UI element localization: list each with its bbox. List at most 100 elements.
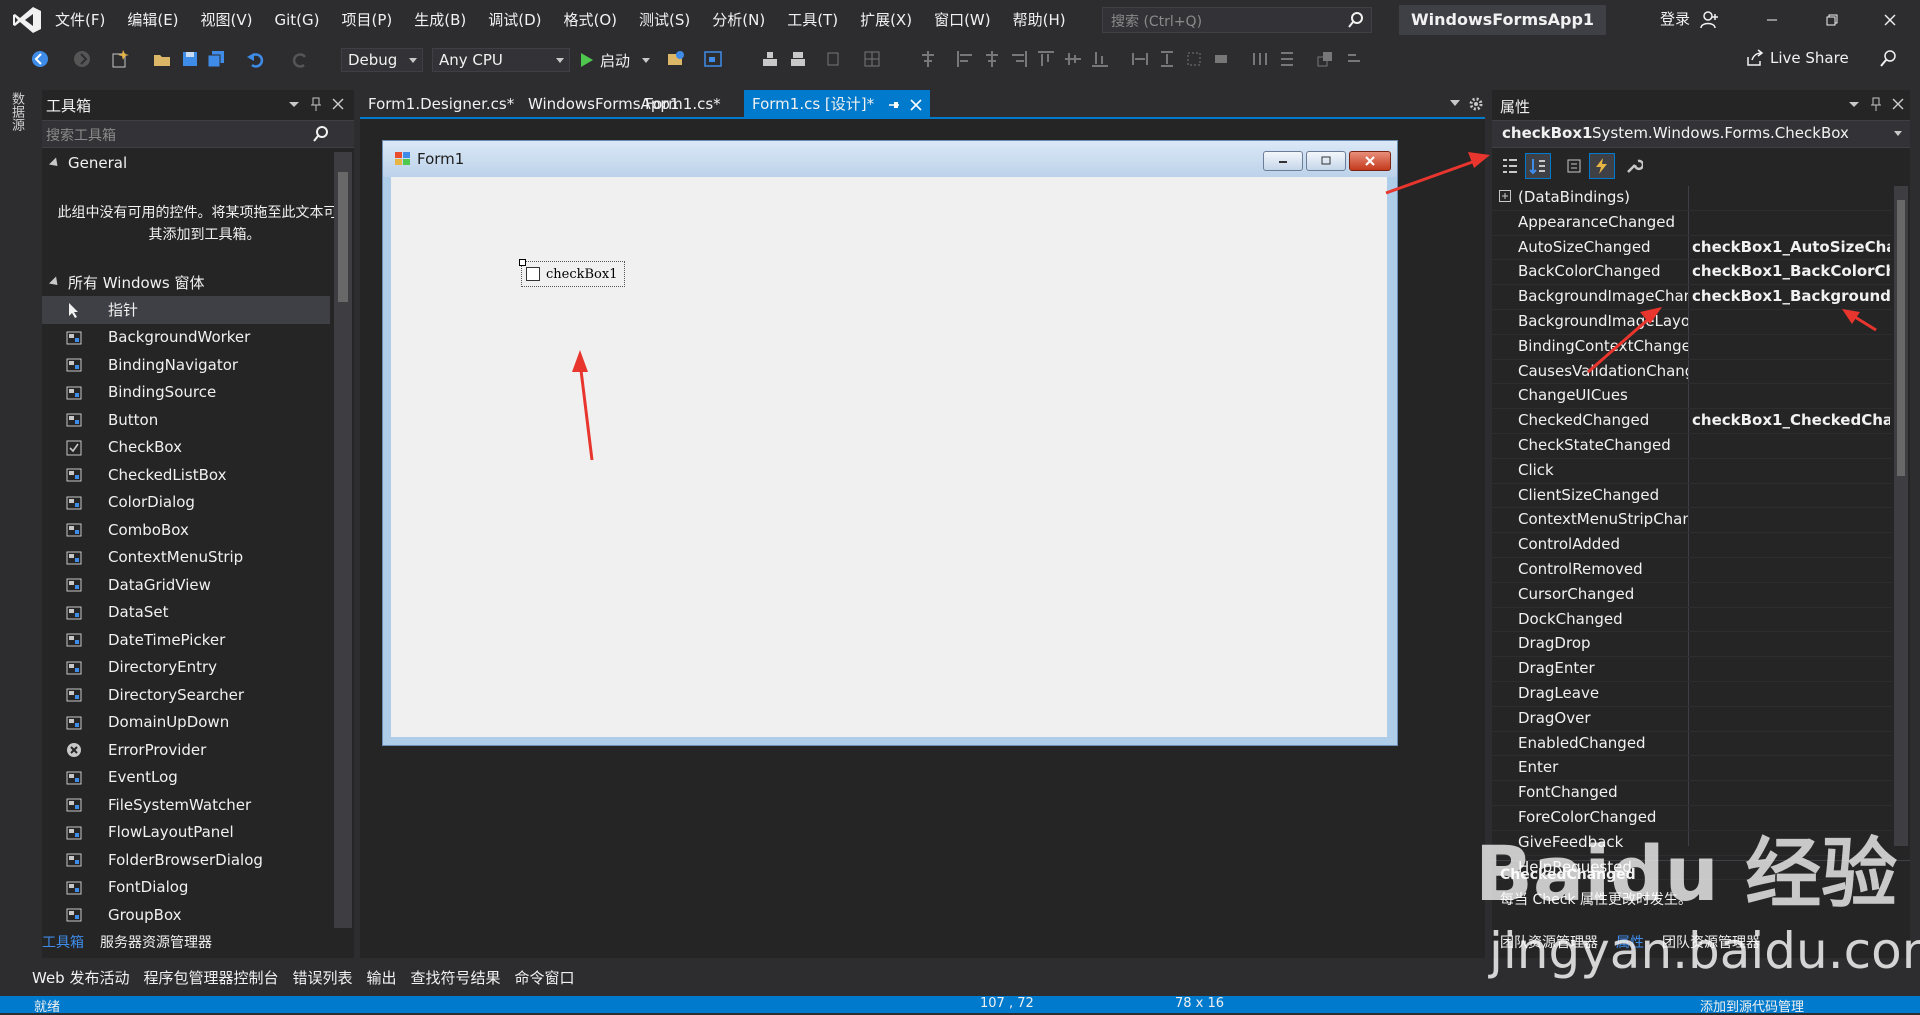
tool-window-tab[interactable]: 查找符号结果	[411, 967, 501, 988]
window-position-icon[interactable]	[1846, 96, 1862, 112]
tool-window-tab[interactable]: 错误列表	[293, 967, 353, 988]
save-all-icon[interactable]	[206, 49, 226, 69]
toolbox-item-pointer[interactable]: 指针	[42, 296, 330, 324]
toolbox-item-directory-searcher[interactable]: DirectorySearcher	[42, 681, 330, 709]
undo-icon[interactable]	[246, 49, 266, 69]
toolbox-item-group-box[interactable]: GroupBox	[42, 901, 330, 929]
align-right-icon[interactable]	[1009, 49, 1029, 69]
event-row[interactable]: DockChanged	[1492, 608, 1892, 633]
save-icon[interactable]	[180, 49, 200, 69]
menu-item[interactable]: 工具(T)	[776, 0, 849, 40]
menu-item[interactable]: 文件(F)	[44, 0, 116, 40]
horizontal-spacing-icon[interactable]	[1250, 49, 1270, 69]
menu-item[interactable]: 窗口(W)	[923, 0, 1002, 40]
back-icon[interactable]	[30, 49, 50, 69]
object-selector[interactable]: checkBox1 System.Windows.Forms.CheckBox	[1492, 120, 1910, 148]
event-row[interactable]: ClientSizeChanged	[1492, 484, 1892, 509]
object-dropdown-icon[interactable]	[1894, 131, 1902, 136]
toolbox-item-binding-source[interactable]: BindingSource	[42, 379, 330, 407]
new-project-icon[interactable]	[110, 49, 130, 69]
event-handler-value[interactable]: checkBox1_BackgroundIr	[1692, 287, 1890, 305]
toolbox-search-input[interactable]: 搜索工具箱	[42, 120, 354, 148]
visual-studio-logo-icon[interactable]	[12, 6, 42, 34]
menu-item[interactable]: 调试(D)	[477, 0, 552, 40]
toolbox-item-font-dialog[interactable]: FontDialog	[42, 874, 330, 902]
event-row[interactable]: CursorChanged	[1492, 583, 1892, 608]
event-row[interactable]: ChangeUICues	[1492, 384, 1892, 410]
event-row[interactable]: CausesValidationChange	[1492, 360, 1892, 385]
menu-item[interactable]: 生成(B)	[403, 0, 477, 40]
events-lightning-icon[interactable]	[1589, 153, 1615, 179]
event-handler-value[interactable]: checkBox1_AutoSizeChan	[1692, 238, 1890, 256]
event-row[interactable]: GiveFeedback	[1492, 831, 1892, 856]
event-row[interactable]: CheckStateChanged	[1492, 434, 1892, 459]
toolbox-group-windows-forms[interactable]: 所有 Windows 窗体	[48, 272, 205, 293]
toolbox-item-domain-up-down[interactable]: DomainUpDown	[42, 709, 330, 737]
menu-item[interactable]: 测试(S)	[628, 0, 701, 40]
tab-pin-icon[interactable]	[888, 99, 900, 111]
tab-order-icon[interactable]	[1345, 49, 1365, 69]
event-row[interactable]: ForeColorChanged	[1492, 806, 1892, 831]
same-height-icon[interactable]	[1157, 49, 1177, 69]
restore-icon[interactable]	[1812, 6, 1852, 34]
event-row[interactable]: DragEnter	[1492, 657, 1892, 682]
event-row[interactable]: BackColorChanged checkBox1_BackColorCha	[1492, 260, 1892, 286]
properties-bottom-tab[interactable]: 团队资源管理器	[1500, 932, 1598, 956]
tab-close-icon[interactable]	[910, 98, 922, 111]
window-position-icon[interactable]	[286, 96, 302, 112]
checkbox-square[interactable]	[526, 267, 540, 281]
search-box[interactable]: 搜索 (Ctrl+Q)	[1102, 7, 1372, 33]
document-tab[interactable]: Form1.cs*	[637, 90, 729, 118]
menu-item[interactable]: 分析(N)	[701, 0, 776, 40]
same-size-icon[interactable]	[1184, 49, 1204, 69]
tool-window-tab[interactable]: 命令窗口	[515, 967, 575, 988]
menu-item[interactable]: Git(G)	[264, 0, 331, 40]
start-button[interactable]: 启动	[580, 48, 651, 72]
vertical-spacing-icon[interactable]	[1277, 49, 1297, 69]
toolbox-item-background-worker[interactable]: BackgroundWorker	[42, 324, 330, 352]
platform-dropdown[interactable]: Any CPU	[432, 48, 570, 72]
checkbox1-control[interactable]: checkBox1	[521, 261, 625, 287]
form-close-icon[interactable]	[1349, 151, 1391, 171]
tool-window-tab[interactable]: 程序包管理器控制台	[143, 967, 278, 988]
live-share-button[interactable]: Live Share	[1746, 49, 1849, 67]
toolbox-item-date-time-picker[interactable]: DateTimePicker	[42, 626, 330, 654]
redo-icon[interactable]	[290, 49, 310, 69]
menu-item[interactable]: 格式(O)	[553, 0, 629, 40]
format-size-icon[interactable]	[788, 49, 808, 69]
event-row[interactable]: DragOver	[1492, 707, 1892, 732]
toolbox-item-combo-box[interactable]: ComboBox	[42, 516, 330, 544]
event-row[interactable]: EnabledChanged	[1492, 732, 1892, 757]
property-pages-wrench-icon[interactable]	[1622, 154, 1646, 178]
event-handler-value[interactable]: checkBox1_BackColorCha	[1692, 262, 1890, 280]
align-icon[interactable]	[918, 49, 938, 69]
minimize-icon[interactable]	[1752, 6, 1792, 34]
tool-window-tab[interactable]: Web 发布活动	[32, 967, 129, 988]
event-row[interactable]: FontChanged	[1492, 781, 1892, 806]
pin-icon[interactable]	[308, 96, 324, 112]
document-tab[interactable]: Form1.Designer.cs*	[360, 90, 522, 118]
event-row[interactable]: BindingContextChanged	[1492, 335, 1892, 360]
form-designer-window[interactable]: Form1 checkBox1	[382, 140, 1398, 746]
toolbox-item-data-set[interactable]: DataSet	[42, 599, 330, 627]
properties-bottom-tab[interactable]: 团队资源管理器	[1662, 932, 1760, 956]
alphabetical-icon[interactable]	[1525, 153, 1551, 179]
selection-grab-handle[interactable]	[519, 259, 526, 266]
view-designer-icon[interactable]	[703, 49, 723, 69]
event-row[interactable]: AppearanceChanged	[1492, 211, 1892, 236]
menu-item[interactable]: 项目(P)	[331, 0, 404, 40]
open-folder-icon[interactable]	[152, 49, 172, 69]
menu-item[interactable]: 编辑(E)	[116, 0, 189, 40]
toolbox-item-checked-list-box[interactable]: CheckedListBox	[42, 461, 330, 489]
properties-scrollbar[interactable]	[1894, 186, 1908, 846]
close-panel-icon[interactable]	[330, 96, 346, 112]
menu-item[interactable]: 扩展(X)	[849, 0, 923, 40]
event-row[interactable]: BackgroundImageLayou	[1492, 310, 1892, 335]
align-bottom-icon[interactable]	[1090, 49, 1110, 69]
search-icon[interactable]	[1347, 11, 1365, 29]
toolbox-scroll-thumb[interactable]	[338, 172, 348, 302]
menu-item[interactable]: 帮助(H)	[1002, 0, 1077, 40]
toolbox-scrollbar[interactable]	[334, 152, 352, 928]
event-row[interactable]: ContextMenuStripChang	[1492, 508, 1892, 534]
add-to-source-control[interactable]: 添加到源代码管理	[1700, 996, 1804, 1015]
